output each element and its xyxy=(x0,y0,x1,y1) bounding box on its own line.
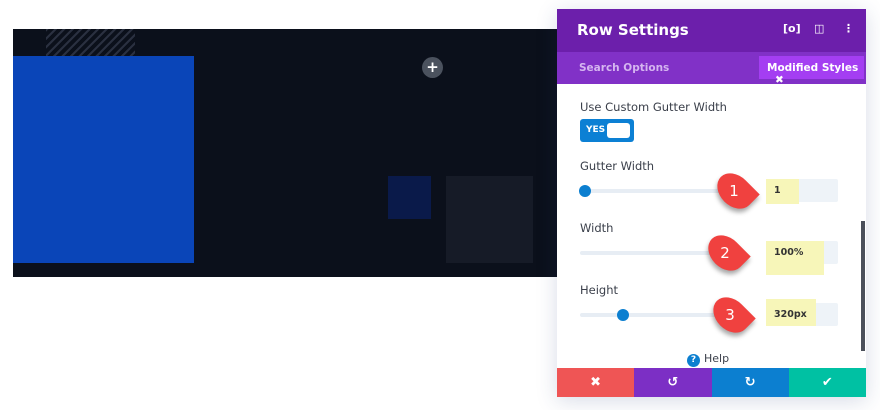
redo-button[interactable]: ↻ xyxy=(711,368,789,397)
gutter-width-label: Gutter Width xyxy=(580,159,655,173)
width-input[interactable]: 100% xyxy=(766,241,838,275)
close-icon[interactable]: ✖ xyxy=(775,74,784,86)
more-icon[interactable]: ⋮ xyxy=(843,22,854,35)
save-button[interactable]: ✔ xyxy=(788,368,866,397)
slider-knob[interactable] xyxy=(579,185,591,197)
height-label: Height xyxy=(580,283,619,297)
modified-styles-filter[interactable]: Modified Styles ✖ xyxy=(759,56,864,86)
help-icon: ? xyxy=(687,354,700,367)
focus-icon[interactable]: [o] xyxy=(783,22,801,35)
hatched-placeholder xyxy=(46,29,135,56)
navy-block xyxy=(388,176,431,219)
height-slider[interactable] xyxy=(580,309,720,321)
toggle-label: YES xyxy=(586,125,606,135)
help-link[interactable]: ? Help xyxy=(687,352,729,367)
panel-scrollbar[interactable] xyxy=(861,221,865,351)
panel-header: Row Settings [o] ◫ ⋮ xyxy=(557,9,866,52)
height-input[interactable]: 320px xyxy=(766,299,838,326)
search-options-input[interactable]: Search Options xyxy=(579,62,669,74)
slider-knob[interactable] xyxy=(617,309,629,321)
custom-gutter-label: Use Custom Gutter Width xyxy=(580,100,727,114)
width-label: Width xyxy=(580,221,614,235)
split-view-icon[interactable]: ◫ xyxy=(814,22,824,35)
custom-gutter-toggle[interactable]: YES xyxy=(580,119,634,142)
panel-title: Row Settings xyxy=(577,21,689,39)
add-module-plus-icon[interactable]: + xyxy=(422,57,443,78)
panel-tabs: Search Options Modified Styles ✖ xyxy=(557,52,866,86)
cancel-button[interactable]: ✖ xyxy=(557,368,635,397)
row-settings-panel: Row Settings [o] ◫ ⋮ Search Options Modi… xyxy=(557,9,866,397)
gutter-width-slider[interactable] xyxy=(579,185,720,197)
gray-block xyxy=(446,176,533,263)
modified-styles-label: Modified Styles xyxy=(767,62,859,74)
row-canvas: + xyxy=(13,29,561,277)
gutter-width-input[interactable]: 1 xyxy=(766,179,838,204)
blue-column-block[interactable] xyxy=(13,56,194,263)
width-slider[interactable] xyxy=(580,251,720,255)
undo-button[interactable]: ↺ xyxy=(634,368,712,397)
